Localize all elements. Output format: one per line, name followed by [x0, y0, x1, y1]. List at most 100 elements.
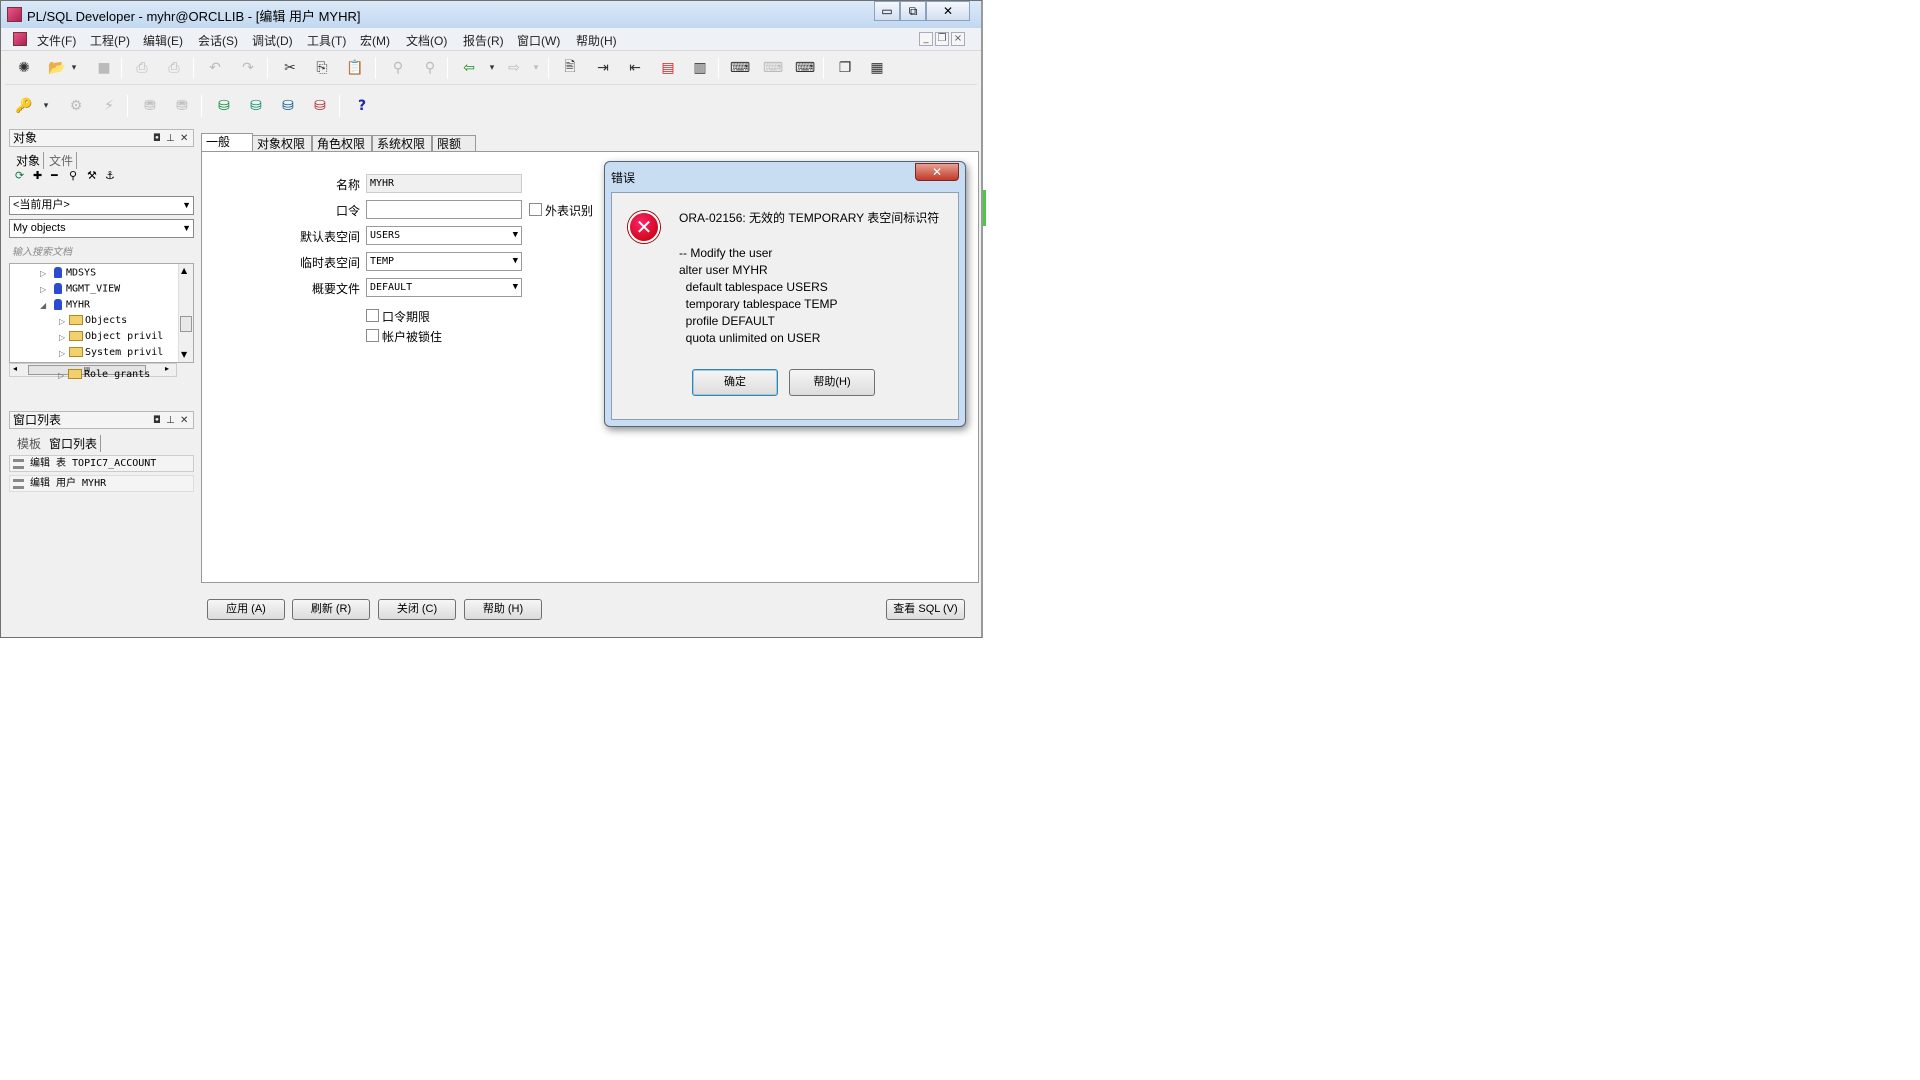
- undo-icon[interactable]: ↶: [206, 59, 224, 77]
- close-editor-button[interactable]: 关闭 (C): [378, 599, 456, 620]
- comment-icon[interactable]: ▤: [659, 59, 677, 77]
- ok-button[interactable]: 确定: [692, 369, 778, 396]
- execute-icon[interactable]: ⇦: [460, 59, 478, 77]
- close-button[interactable]: ✕: [926, 1, 970, 21]
- grid-icon[interactable]: ▦: [868, 59, 886, 77]
- query-builder-icon[interactable]: ⌨: [730, 59, 750, 77]
- menu-window[interactable]: 窗口(W): [517, 32, 560, 49]
- tree-node-system-privileges[interactable]: System privil: [69, 347, 163, 358]
- copy-icon[interactable]: ⎘: [313, 59, 331, 77]
- beautifier-icon[interactable]: ⌨: [763, 59, 783, 77]
- remove-icon[interactable]: ━: [51, 169, 58, 182]
- mdi-restore-button[interactable]: ❐: [935, 32, 949, 46]
- find-icon[interactable]: ⚲: [389, 59, 407, 77]
- print-preview-icon[interactable]: ⎙: [165, 59, 183, 77]
- filter-combo[interactable]: My objects ▼: [9, 219, 194, 238]
- tree-node-mdsys[interactable]: MDSYS: [54, 267, 96, 279]
- tree-node-objects[interactable]: Objects: [69, 315, 127, 326]
- add-icon[interactable]: ✚: [33, 169, 42, 182]
- tab-objects[interactable]: 对象: [16, 152, 45, 169]
- refresh-icon[interactable]: ⟳: [15, 169, 24, 182]
- menu-docs[interactable]: 文档(O): [406, 32, 447, 49]
- filter-icon[interactable]: ⚒: [87, 169, 97, 182]
- export-dropdown-icon[interactable]: ▾: [527, 59, 545, 77]
- float-icon[interactable]: ◘: [153, 131, 161, 147]
- help-button[interactable]: 帮助 (H): [464, 599, 542, 620]
- paste-icon[interactable]: 📋: [346, 59, 364, 77]
- rollback-icon[interactable]: ⛃: [173, 97, 191, 115]
- user-combo[interactable]: <当前用户> ▼: [9, 196, 194, 215]
- menu-tools[interactable]: 工具(T): [307, 32, 346, 49]
- panel-close-icon[interactable]: ✕: [180, 131, 188, 147]
- uncomment-icon[interactable]: ▥: [691, 59, 709, 77]
- profile-select[interactable]: DEFAULT ▼: [366, 278, 522, 297]
- expand-icon[interactable]: ▷: [40, 269, 46, 278]
- menu-project[interactable]: 工程(P): [90, 32, 130, 49]
- edit-doc-icon[interactable]: 🖹: [561, 59, 579, 77]
- compile-icon[interactable]: ⚙: [67, 97, 85, 115]
- tab-general[interactable]: 一般: [201, 133, 253, 153]
- default-tablespace-select[interactable]: USERS ▼: [366, 226, 522, 245]
- db-remove-icon[interactable]: ⛁: [311, 97, 329, 115]
- menu-session[interactable]: 会话(S): [198, 32, 238, 49]
- menu-file[interactable]: 文件(F): [37, 32, 76, 49]
- menu-edit[interactable]: 编辑(E): [143, 32, 183, 49]
- find-replace-icon[interactable]: ⚲: [421, 59, 439, 77]
- expand-icon[interactable]: ▷: [40, 285, 46, 294]
- find-binoculars-icon[interactable]: ⚲: [69, 169, 77, 182]
- tree-node-mgmt-view[interactable]: MGMT_VIEW: [54, 283, 120, 295]
- pin-icon[interactable]: ⊥: [166, 131, 175, 147]
- explain-plan-icon[interactable]: ⌨: [795, 59, 815, 77]
- menu-debug[interactable]: 调试(D): [252, 32, 293, 49]
- export-icon[interactable]: ⇨: [505, 59, 523, 77]
- temp-tablespace-select[interactable]: TEMP ▼: [366, 252, 522, 271]
- new-icon[interactable]: ✺: [15, 59, 33, 77]
- redo-icon[interactable]: ↷: [239, 59, 257, 77]
- menu-help[interactable]: 帮助(H): [576, 32, 617, 49]
- logon-key-icon[interactable]: 🔑: [15, 97, 33, 115]
- cut-icon[interactable]: ✂: [281, 59, 299, 77]
- name-field[interactable]: MYHR: [366, 174, 522, 193]
- expand-icon[interactable]: ▷: [59, 349, 65, 358]
- external-checkbox[interactable]: [529, 203, 542, 216]
- refresh-button[interactable]: 刷新 (R): [292, 599, 370, 620]
- collapse-icon[interactable]: ◢: [40, 301, 46, 310]
- apply-button[interactable]: 应用 (A): [207, 599, 285, 620]
- save-icon[interactable]: ■: [95, 59, 113, 77]
- tree-node-myhr[interactable]: MYHR: [54, 299, 90, 311]
- expand-icon[interactable]: ▷: [59, 317, 65, 326]
- indent-icon[interactable]: ⇥: [594, 59, 612, 77]
- commit-icon[interactable]: ⛃: [141, 97, 159, 115]
- open-dropdown-icon[interactable]: ▾: [65, 59, 83, 77]
- password-expire-checkbox[interactable]: [366, 309, 379, 322]
- scroll-left-icon[interactable]: ◂: [13, 364, 17, 373]
- tree-node-object-privileges[interactable]: Object privil: [69, 331, 163, 342]
- pin-icon[interactable]: ⊥: [166, 413, 175, 429]
- scroll-up-icon[interactable]: ▲: [181, 266, 187, 275]
- db-add-icon[interactable]: ⛁: [215, 97, 233, 115]
- tab-templates[interactable]: 模板: [17, 435, 41, 452]
- windows-icon[interactable]: ❐: [836, 59, 854, 77]
- scroll-thumb[interactable]: [180, 316, 192, 332]
- tab-window-list[interactable]: 窗口列表: [49, 435, 102, 452]
- db-edit-icon[interactable]: ⛁: [247, 97, 265, 115]
- logon-dropdown-icon[interactable]: ▾: [37, 97, 55, 115]
- account-locked-checkbox[interactable]: [366, 329, 379, 342]
- search-input[interactable]: 输入搜索文档: [12, 243, 72, 258]
- break-icon[interactable]: ⚡: [100, 97, 118, 115]
- expand-icon[interactable]: ▷: [59, 333, 65, 342]
- execute-dropdown-icon[interactable]: ▾: [483, 59, 501, 77]
- db-view-icon[interactable]: ⛁: [279, 97, 297, 115]
- window-list-item[interactable]: 编辑 用户 MYHR: [9, 475, 194, 492]
- view-sql-button[interactable]: 查看 SQL (V): [886, 599, 965, 620]
- password-field[interactable]: [366, 200, 522, 219]
- minimize-button[interactable]: ▭: [874, 1, 900, 21]
- menu-reports[interactable]: 报告(R): [463, 32, 504, 49]
- panel-close-icon[interactable]: ✕: [180, 413, 188, 429]
- mdi-close-button[interactable]: ×: [951, 32, 965, 46]
- window-list-item[interactable]: 编辑 表 TOPIC7_ACCOUNT: [9, 455, 194, 472]
- open-icon[interactable]: 📂: [48, 59, 66, 77]
- title-bar[interactable]: PL/SQL Developer - myhr@ORCLLIB - [编辑 用户…: [1, 1, 981, 28]
- dialog-close-button[interactable]: ✕: [915, 163, 959, 181]
- filter-edit-icon[interactable]: ⚓: [105, 169, 115, 182]
